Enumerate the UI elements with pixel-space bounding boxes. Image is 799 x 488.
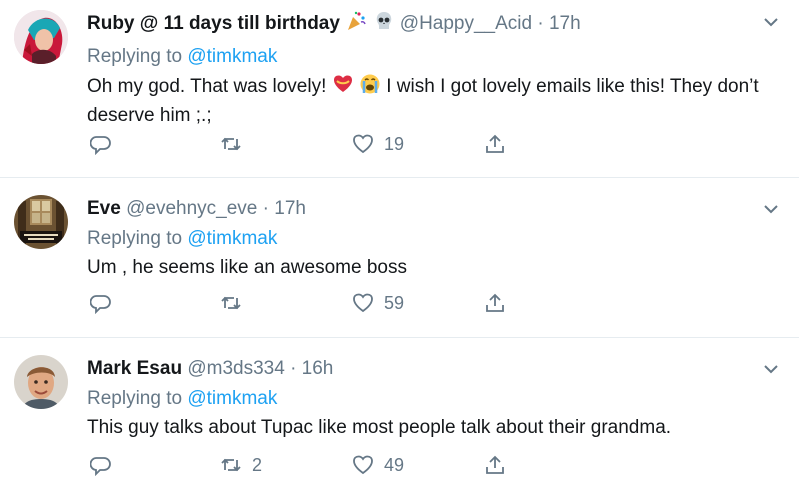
tweet-header: Eve @evehnyc_eve · 17h	[87, 197, 759, 221]
separator-dot: ·	[262, 198, 269, 219]
replying-to-label: Replying to	[87, 46, 183, 67]
retweet-count: 2	[252, 454, 263, 475]
tweet-text: Oh my god. That was lovely! I wish I got…	[87, 73, 759, 129]
chevron-down-icon[interactable]	[761, 12, 781, 32]
reply-tweet[interactable]: Eve @evehnyc_eve · 17h Replying to @timk…	[0, 178, 799, 338]
reply-tweet[interactable]: Mark Esau @m3ds334 · 16h Replying to @ti…	[0, 338, 799, 488]
avatar[interactable]	[14, 195, 68, 249]
replying-to-label: Replying to	[87, 388, 183, 409]
replying-to-label: Replying to	[87, 228, 183, 249]
party-popper-icon	[345, 10, 367, 39]
user-handle[interactable]: @Happy__Acid	[400, 13, 532, 34]
heart-icon	[353, 455, 373, 475]
separator-dot: ·	[290, 358, 297, 379]
reply-button[interactable]	[90, 131, 112, 157]
skull-icon	[373, 10, 395, 39]
retweet-icon	[221, 458, 241, 472]
chevron-down-icon[interactable]	[761, 199, 781, 219]
heart-icon	[353, 134, 373, 154]
tweet-header: Mark Esau @m3ds334 · 16h	[87, 357, 759, 381]
share-icon	[486, 293, 504, 312]
tweet-actions: 59	[82, 290, 522, 316]
user-handle[interactable]: @evehnyc_eve	[126, 198, 257, 219]
tweet-actions: 2 49	[82, 452, 522, 478]
crying-face-icon	[359, 73, 381, 103]
reply-button[interactable]	[90, 452, 112, 478]
timestamp[interactable]: 17h	[549, 13, 581, 34]
reply-tweet[interactable]: Ruby @ 11 days till birthday @Happy__Aci…	[0, 0, 799, 178]
share-button[interactable]	[484, 452, 506, 478]
retweet-button[interactable]	[220, 131, 252, 157]
like-count: 19	[384, 133, 405, 154]
retweet-icon	[221, 296, 241, 310]
like-count: 49	[384, 454, 405, 475]
reply-icon	[90, 136, 111, 155]
tweet-text-part: Oh my god. That was lovely!	[87, 76, 327, 97]
tweet-header: Ruby @ 11 days till birthday @Happy__Aci…	[87, 10, 759, 39]
timestamp[interactable]: 17h	[274, 198, 306, 219]
tweet-actions: 19	[82, 131, 522, 157]
tweet-text: Um , he seems like an awesome boss	[87, 257, 407, 278]
display-name[interactable]: Eve	[87, 198, 121, 219]
like-button[interactable]: 59	[352, 290, 404, 316]
heart-icon	[353, 293, 373, 313]
replying-to: Replying to @timkmak	[87, 227, 759, 251]
mention-link[interactable]: @timkmak	[187, 228, 277, 249]
retweet-button[interactable]: 2	[220, 452, 262, 478]
user-handle[interactable]: @m3ds334	[187, 358, 284, 379]
heart-ribbon-icon	[332, 73, 354, 103]
avatar-image	[14, 195, 68, 249]
reply-icon	[90, 457, 111, 476]
replying-to: Replying to @timkmak	[87, 387, 759, 411]
chevron-down-icon[interactable]	[761, 359, 781, 379]
avatar[interactable]	[14, 10, 68, 64]
like-button[interactable]: 19	[352, 131, 404, 157]
reply-icon	[90, 295, 111, 314]
tweet-text: This guy talks about Tupac like most peo…	[87, 417, 672, 438]
retweet-button[interactable]	[220, 290, 252, 316]
share-button[interactable]	[484, 290, 506, 316]
display-name[interactable]: Ruby @ 11 days till birthday	[87, 13, 340, 34]
mention-link[interactable]: @timkmak	[187, 46, 277, 67]
like-button[interactable]: 49	[352, 452, 404, 478]
avatar-image	[14, 355, 68, 409]
share-icon	[486, 455, 504, 474]
mention-link[interactable]: @timkmak	[187, 388, 277, 409]
share-icon	[486, 134, 504, 153]
reply-button[interactable]	[90, 290, 112, 316]
separator-dot: ·	[537, 13, 544, 34]
replying-to: Replying to @timkmak	[87, 45, 759, 69]
like-count: 59	[384, 292, 405, 313]
avatar-image	[14, 10, 68, 64]
retweet-icon	[221, 137, 241, 151]
timestamp[interactable]: 16h	[302, 358, 334, 379]
avatar[interactable]	[14, 355, 68, 409]
share-button[interactable]	[484, 131, 506, 157]
display-name[interactable]: Mark Esau	[87, 358, 182, 379]
